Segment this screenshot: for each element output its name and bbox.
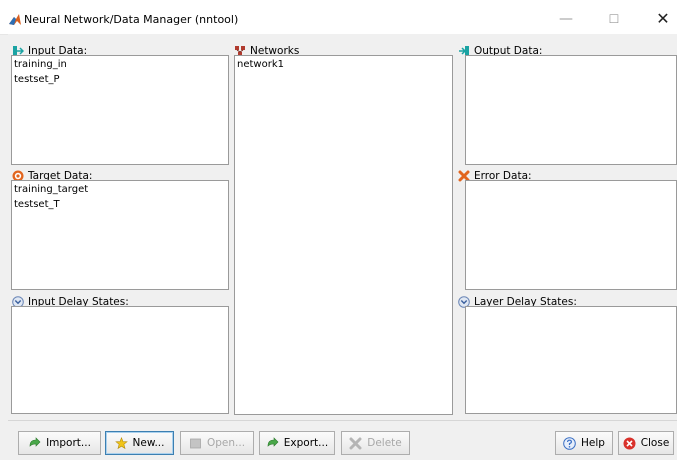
new-icon — [114, 436, 128, 449]
delete-button-label: Delete — [367, 437, 402, 449]
input-data-list[interactable]: training_in testset_P — [11, 55, 229, 165]
window-close-button[interactable]: ✕ — [649, 8, 677, 30]
import-button-label: Import... — [46, 437, 91, 449]
help-icon — [563, 436, 576, 450]
export-icon — [267, 436, 279, 447]
delete-button[interactable]: Delete — [341, 431, 410, 455]
title-bar: Neural Network/Data Manager (nntool) — ☐… — [0, 0, 677, 35]
open-icon — [190, 438, 201, 448]
error-data-list[interactable] — [465, 180, 677, 290]
new-button-label: New... — [132, 437, 165, 449]
new-button[interactable]: New... — [105, 431, 174, 455]
button-bar: Import... New... Open... Export... Delet… — [8, 420, 677, 460]
close-button-label: Close — [640, 437, 670, 449]
delete-icon — [349, 437, 362, 449]
list-item[interactable]: network1 — [237, 57, 450, 72]
window-title: Neural Network/Data Manager (nntool) — [24, 13, 239, 26]
import-icon — [29, 436, 41, 447]
maximize-button[interactable]: ☐ — [600, 8, 628, 30]
networks-list[interactable]: network1 — [234, 55, 453, 415]
open-button-label: Open... — [206, 437, 246, 449]
list-item[interactable]: testset_T — [14, 197, 226, 212]
close-circle-icon — [623, 437, 636, 449]
open-button[interactable]: Open... — [180, 431, 254, 455]
list-item[interactable]: training_target — [14, 182, 226, 197]
export-button-label: Export... — [283, 437, 329, 449]
target-data-list[interactable]: training_target testset_T — [11, 180, 229, 290]
help-button[interactable]: Help — [555, 431, 613, 455]
export-button[interactable]: Export... — [259, 431, 335, 455]
minimize-button[interactable]: — — [552, 8, 580, 30]
nntool-client-area: Input Data: training_in testset_P Target… — [8, 34, 677, 459]
output-data-list[interactable] — [465, 55, 677, 165]
input-delay-states-list[interactable] — [11, 306, 229, 414]
list-item[interactable]: testset_P — [14, 72, 226, 87]
matlab-logo-icon — [9, 14, 21, 25]
help-button-label: Help — [581, 437, 605, 449]
layer-delay-states-list[interactable] — [465, 306, 677, 414]
close-button[interactable]: Close — [618, 431, 674, 455]
list-item[interactable]: training_in — [14, 57, 226, 72]
import-button[interactable]: Import... — [18, 431, 101, 455]
